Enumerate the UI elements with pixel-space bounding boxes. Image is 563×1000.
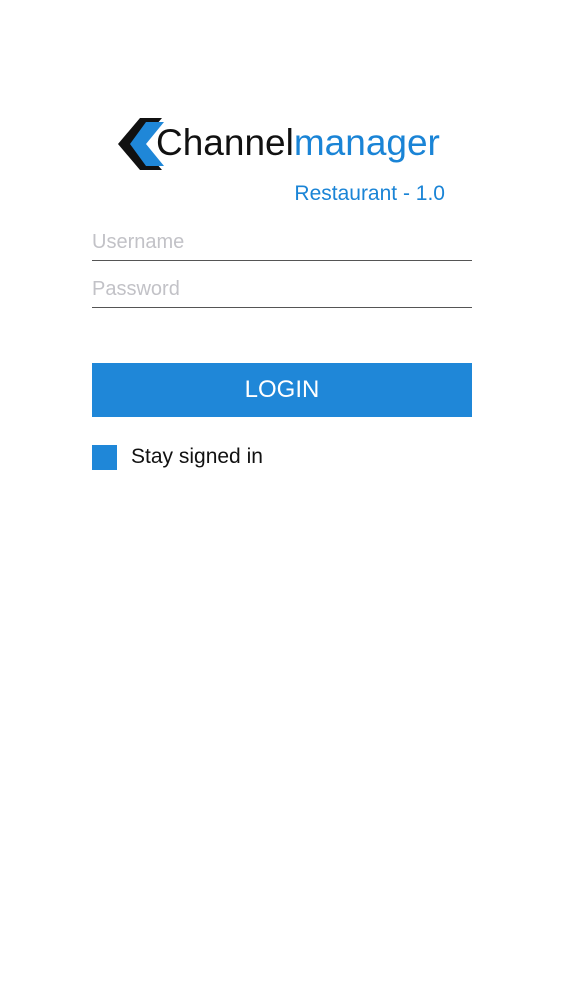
username-input[interactable] <box>92 226 472 258</box>
login-screen: Channelmanager Restaurant - 1.0 LOGIN St… <box>0 0 563 1000</box>
app-logo: Channelmanager <box>118 116 448 172</box>
stay-signed-in-label: Stay signed in <box>131 445 263 468</box>
password-input[interactable] <box>92 273 472 305</box>
login-button[interactable]: LOGIN <box>92 363 472 417</box>
password-field-container <box>92 273 472 308</box>
stay-signed-in-checkbox[interactable] <box>92 444 117 470</box>
app-version-subtitle: Restaurant - 1.0 <box>294 182 445 205</box>
username-field-container <box>92 226 472 261</box>
logo-text-channel: Channel <box>156 122 294 163</box>
logo-wordmark: Channelmanager <box>156 120 440 166</box>
stay-signed-in-row[interactable]: Stay signed in <box>92 443 263 471</box>
logo-text-manager: manager <box>293 122 440 163</box>
